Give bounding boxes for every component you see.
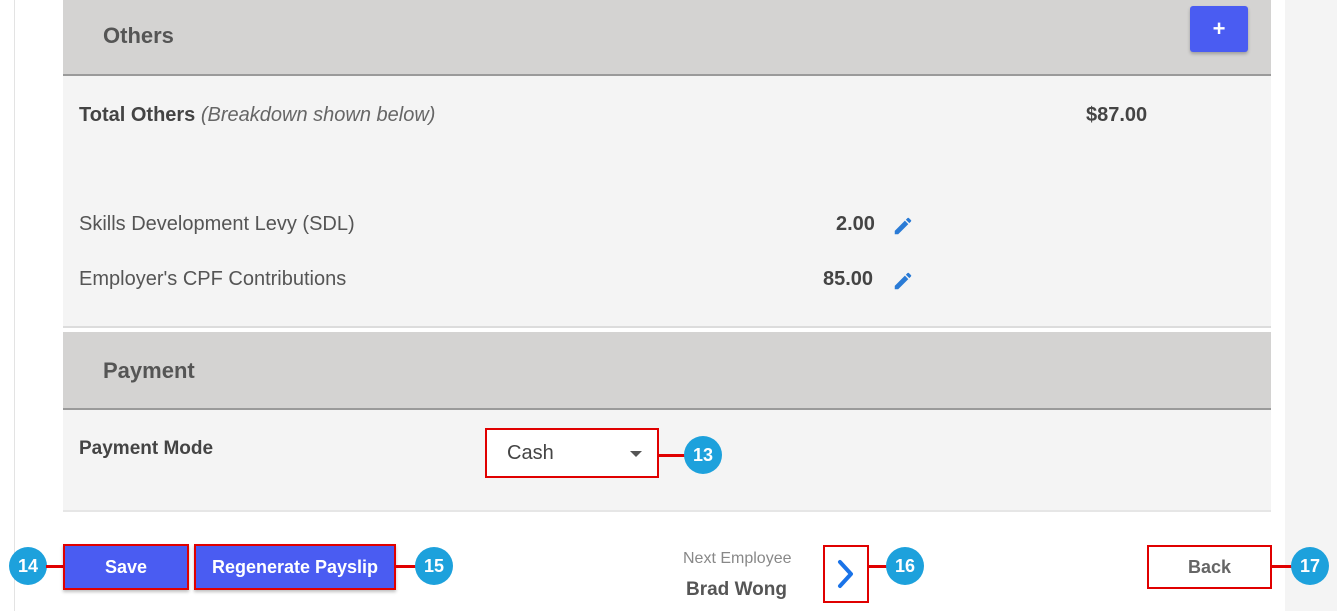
next-employee-caption: Next Employee [683,550,792,567]
others-title: Others [103,23,174,48]
section-divider [63,326,1271,328]
others-section-header: Others + [63,0,1271,76]
callout-connector [659,454,685,457]
callout-badge: 16 [886,547,924,585]
callout-badge: 15 [415,547,453,585]
payment-mode-label: Payment Mode [79,438,214,459]
regenerate-payslip-button[interactable]: Regenerate Payslip [194,544,396,590]
chevron-right-icon [838,560,853,588]
others-item-value: 2.00 [836,213,875,235]
total-others-value: $87.00 [1086,104,1148,126]
total-others-note: (Breakdown shown below) [200,104,436,126]
right-gutter [1285,0,1337,611]
others-item-value: 85.00 [823,268,874,290]
callout-badge: 17 [1291,547,1329,585]
payment-mode-select[interactable]: Cash [485,428,659,478]
next-employee-name[interactable]: Brad Wong [686,579,787,601]
callout-connector [1272,565,1292,568]
total-others-label: Total Others [79,104,196,126]
callout-connector [869,565,887,568]
save-button[interactable]: Save [63,544,189,590]
payment-mode-value: Cash [507,442,554,464]
others-item-label: Employer's CPF Contributions [79,268,347,290]
back-button[interactable]: Back [1147,545,1272,589]
add-other-button[interactable]: + [1190,6,1248,52]
callout-badge: 14 [9,547,47,585]
callout-connector [46,565,64,568]
pencil-icon[interactable] [892,215,914,237]
total-others-row: Total Others (Breakdown shown below) [79,104,435,127]
footer-divider [63,510,1271,512]
next-employee-button[interactable] [823,545,869,603]
pencil-icon[interactable] [892,270,914,292]
payment-panel [63,410,1271,510]
callout-badge: 13 [684,436,722,474]
chevron-down-icon [630,451,642,457]
payment-section-header: Payment [63,332,1271,410]
page-left-border [14,0,15,611]
others-item-label: Skills Development Levy (SDL) [79,213,355,235]
payment-title: Payment [103,358,195,383]
callout-connector [396,565,416,568]
